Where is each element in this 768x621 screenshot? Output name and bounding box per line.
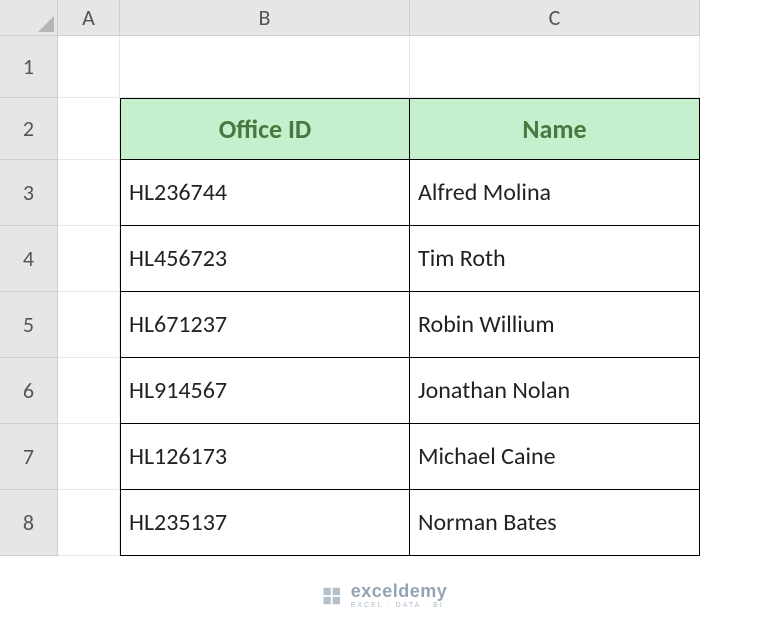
cell-c5[interactable]: Robin Willium: [410, 292, 700, 358]
cell-a6[interactable]: [58, 358, 120, 424]
cell-c4[interactable]: Tim Roth: [410, 226, 700, 292]
cell-b1[interactable]: [120, 36, 410, 98]
cell-a5[interactable]: [58, 292, 120, 358]
row-head-3[interactable]: 3: [0, 160, 58, 226]
cell-b8[interactable]: HL235137: [120, 490, 410, 556]
cell-b6[interactable]: HL914567: [120, 358, 410, 424]
watermark: exceldemy EXCEL · DATA · BI: [321, 582, 448, 609]
cell-a1[interactable]: [58, 36, 120, 98]
cell-a7[interactable]: [58, 424, 120, 490]
cell-a4[interactable]: [58, 226, 120, 292]
col-head-c[interactable]: C: [410, 0, 700, 36]
select-all-icon: [38, 16, 54, 32]
cell-c1[interactable]: [410, 36, 700, 98]
row-head-4[interactable]: 4: [0, 226, 58, 292]
cell-c3[interactable]: Alfred Molina: [410, 160, 700, 226]
cell-b7[interactable]: HL126173: [120, 424, 410, 490]
cell-b3[interactable]: HL236744: [120, 160, 410, 226]
cell-c8[interactable]: Norman Bates: [410, 490, 700, 556]
cell-b5[interactable]: HL671237: [120, 292, 410, 358]
cell-c6[interactable]: Jonathan Nolan: [410, 358, 700, 424]
header-office-id[interactable]: Office ID: [120, 98, 410, 160]
watermark-sub: EXCEL · DATA · BI: [351, 602, 448, 609]
watermark-main: exceldemy: [351, 582, 448, 600]
col-head-b[interactable]: B: [120, 0, 410, 36]
row-head-5[interactable]: 5: [0, 292, 58, 358]
spreadsheet-grid: A B C 1 2 Office ID Name 3 HL236744 Alfr…: [0, 0, 768, 556]
header-name[interactable]: Name: [410, 98, 700, 160]
cell-a3[interactable]: [58, 160, 120, 226]
cell-c7[interactable]: Michael Caine: [410, 424, 700, 490]
watermark-text: exceldemy EXCEL · DATA · BI: [351, 582, 448, 609]
cell-a8[interactable]: [58, 490, 120, 556]
col-head-a[interactable]: A: [58, 0, 120, 36]
row-head-8[interactable]: 8: [0, 490, 58, 556]
exceldemy-logo-icon: [321, 585, 343, 607]
row-head-7[interactable]: 7: [0, 424, 58, 490]
cell-b4[interactable]: HL456723: [120, 226, 410, 292]
row-head-1[interactable]: 1: [0, 36, 58, 98]
cell-a2[interactable]: [58, 98, 120, 160]
row-head-6[interactable]: 6: [0, 358, 58, 424]
select-all-corner[interactable]: [0, 0, 58, 36]
row-head-2[interactable]: 2: [0, 98, 58, 160]
